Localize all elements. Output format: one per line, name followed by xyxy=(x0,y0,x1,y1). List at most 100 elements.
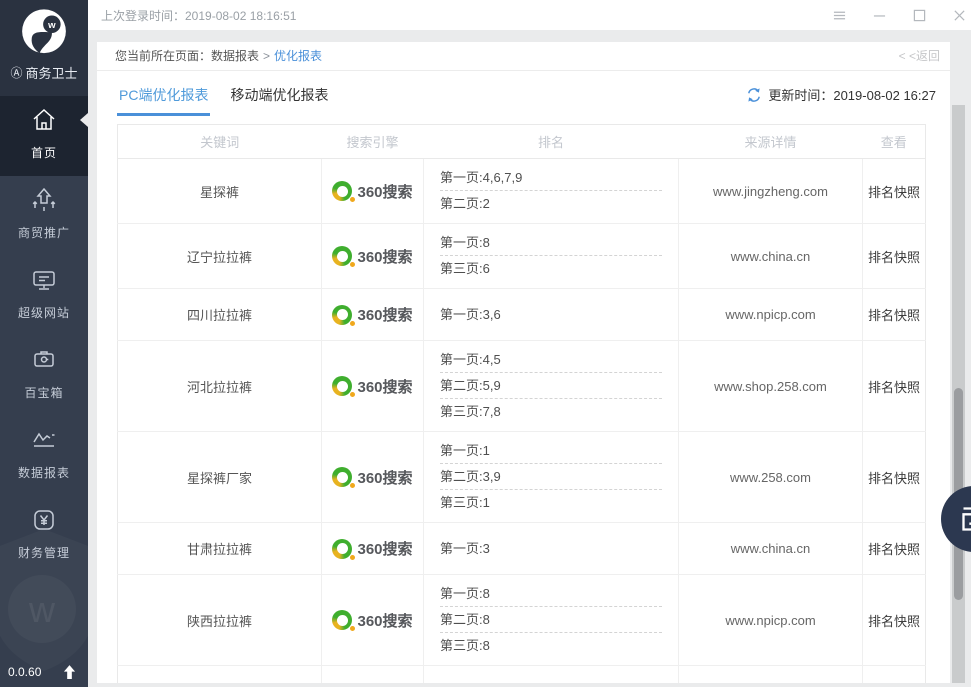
engine-label: 360搜索 xyxy=(357,246,412,267)
sidebar-item-label: 超级网站 xyxy=(0,304,88,321)
close-icon[interactable] xyxy=(952,8,966,22)
engine-label: 360搜索 xyxy=(357,467,412,488)
breadcrumb-current[interactable]: 优化报表 xyxy=(274,42,322,70)
source-cell: www.jingzheng.com xyxy=(679,159,863,224)
table-row: 陕西拉拉裤 360搜索第一页:8第二页:8第三页:8www.npicp.com排名… xyxy=(118,575,926,666)
header-source: 来源详情 xyxy=(679,125,863,159)
monitor-icon xyxy=(30,266,58,294)
view-snapshot-link[interactable]: 排名快照 xyxy=(863,432,926,523)
back-button[interactable]: < <返回 xyxy=(899,42,940,70)
sidebar-item-reports[interactable]: 数据报表 xyxy=(0,416,88,496)
engine-360-icon xyxy=(332,539,352,559)
header-view: 查看 xyxy=(863,125,926,159)
view-snapshot-link[interactable]: 排名快照 xyxy=(863,224,926,289)
source-cell: www.npicp.com xyxy=(679,289,863,341)
engine-label: 360搜索 xyxy=(357,304,412,325)
engine-cell: 360搜索 xyxy=(322,341,424,432)
source-cell: www.npicp.com xyxy=(679,575,863,666)
keyword-cell: 河北拉拉裤 xyxy=(118,341,322,432)
line-chart-icon xyxy=(30,426,58,454)
tab-mobile-report[interactable]: 移动端优化报表 xyxy=(228,77,330,116)
rank-line: 第三页:8 xyxy=(440,633,662,659)
sidebar-item-label: 百宝箱 xyxy=(0,384,88,401)
window-controls xyxy=(832,0,966,30)
view-snapshot-link[interactable]: 排名快照 xyxy=(863,159,926,224)
sidebar-footer: 0.0.60 xyxy=(0,661,88,683)
keyword-cell: 辽宁拉拉裤 xyxy=(118,224,322,289)
minimize-icon[interactable] xyxy=(872,8,886,22)
source-cell: www.china.cn xyxy=(679,523,863,575)
engine-cell: 360搜索 xyxy=(322,159,424,224)
engine-360-icon xyxy=(332,246,352,266)
toolbox-icon xyxy=(30,346,58,374)
maximize-icon[interactable] xyxy=(912,8,926,22)
header-keyword: 关键词 xyxy=(118,125,322,159)
sidebar: w Ⓐ 商务卫士 首页 商贸推广 超级网站 xyxy=(0,0,88,687)
rank-line: 第三页:1 xyxy=(440,490,662,516)
content-area: 您当前所在页面：数据报表 > 优化报表 < <返回 PC端优化报表 移动端优化报… xyxy=(88,30,971,687)
rank-line: 第一页:8 xyxy=(440,581,662,607)
upload-arrow-icon[interactable] xyxy=(63,665,76,680)
header-rank: 排名 xyxy=(424,125,679,159)
sidebar-item-finance[interactable]: 财务管理 xyxy=(0,496,88,576)
header-engine: 搜索引擎 xyxy=(322,125,424,159)
vertical-scrollbar[interactable] xyxy=(952,105,965,683)
table-row: 河北拉拉裤360搜索第一页:4,5第二页:5,9第三页:7,8www.shop.… xyxy=(118,341,926,432)
rank-line: 第二页:2 xyxy=(440,191,662,217)
engine-label: 360搜索 xyxy=(357,610,412,631)
rank-cell: 第一页:8第二页:8第三页:8 xyxy=(424,575,679,666)
svg-text:w: w xyxy=(47,20,56,31)
sidebar-item-label: 数据报表 xyxy=(0,464,88,481)
breadcrumb: 您当前所在页面：数据报表 > 优化报表 < <返回 xyxy=(97,42,950,71)
update-info: 更新时间：2019-08-02 16:27 xyxy=(746,85,936,104)
version-label: 0.0.60 xyxy=(8,665,41,679)
spiral-square-icon xyxy=(960,505,971,533)
engine-360-icon xyxy=(332,610,352,630)
rank-line: 第二页:5,9 xyxy=(440,373,662,399)
toolbar: PC端优化报表 移动端优化报表 更新时间：2019-08-02 16:27 xyxy=(97,71,950,115)
engine-360-icon xyxy=(332,376,352,396)
rank-cell: 第一页:8第三页:6 xyxy=(424,224,679,289)
breadcrumb-section: 数据报表 xyxy=(211,42,259,70)
rank-line: 第一页:4,5 xyxy=(440,347,662,373)
rank-line: 第二页:3,9 xyxy=(440,464,662,490)
rank-cell: 第一页:3 xyxy=(424,523,679,575)
view-snapshot-link[interactable]: 排名快照 xyxy=(863,523,926,575)
view-snapshot-link[interactable]: 排名快照 xyxy=(863,289,926,341)
sidebar-nav: 首页 商贸推广 超级网站 百宝箱 xyxy=(0,96,88,576)
sidebar-item-toolbox[interactable]: 百宝箱 xyxy=(0,336,88,416)
keyword-cell: 陕西拉拉裤 xyxy=(118,575,322,666)
svg-text:w: w xyxy=(28,589,56,630)
rank-line: 第三页:7,8 xyxy=(440,399,662,425)
view-snapshot-link[interactable]: 排名快照 xyxy=(863,341,926,432)
rank-line: 第三页:6 xyxy=(440,256,662,282)
promotion-arrows-icon xyxy=(30,186,58,214)
app-window: { "titlebar": { "last_login": "上次登录时间：20… xyxy=(0,0,971,687)
table-row: 辽宁拉拉裤360搜索第一页:8第三页:6www.china.cn排名快照 xyxy=(118,224,926,289)
breadcrumb-prefix: 您当前所在页面： xyxy=(115,42,211,70)
keyword-cell: 四川拉拉裤 xyxy=(118,289,322,341)
update-time-label: 更新时间：2019-08-02 16:27 xyxy=(768,85,936,104)
menu-icon[interactable] xyxy=(832,8,846,22)
brand-name: 商务卫士 xyxy=(26,63,78,82)
source-cell: www.258.com xyxy=(679,432,863,523)
titlebar: 上次登录时间：2019-08-02 18:16:51 xyxy=(88,0,971,30)
view-snapshot-link[interactable]: 排名快照 xyxy=(863,575,926,666)
keyword-cell: 星探裤厂家 xyxy=(118,432,322,523)
engine-cell: 360搜索 xyxy=(322,575,424,666)
rank-line: 第一页:4,6,7,9 xyxy=(440,165,662,191)
sidebar-item-home[interactable]: 首页 xyxy=(0,96,88,176)
brand-badge-icon: Ⓐ xyxy=(10,64,22,81)
sidebar-item-website[interactable]: 超级网站 xyxy=(0,256,88,336)
tab-bar: PC端优化报表 移动端优化报表 xyxy=(117,77,330,116)
keyword-cell: 甘肃拉拉裤 xyxy=(118,523,322,575)
sidebar-item-promotion[interactable]: 商贸推广 xyxy=(0,176,88,256)
rank-line: 第一页:1 xyxy=(440,438,662,464)
rank-cell: 第一页:4,5第二页:5,9第三页:7,8 xyxy=(424,341,679,432)
refresh-icon[interactable] xyxy=(746,87,762,103)
rank-cell: 第一页:4,6,7,9第二页:2 xyxy=(424,159,679,224)
sidebar-header: w Ⓐ 商务卫士 xyxy=(0,0,88,96)
engine-360-icon xyxy=(332,305,352,325)
tab-pc-report[interactable]: PC端优化报表 xyxy=(117,77,210,116)
sidebar-item-label: 首页 xyxy=(0,144,88,161)
